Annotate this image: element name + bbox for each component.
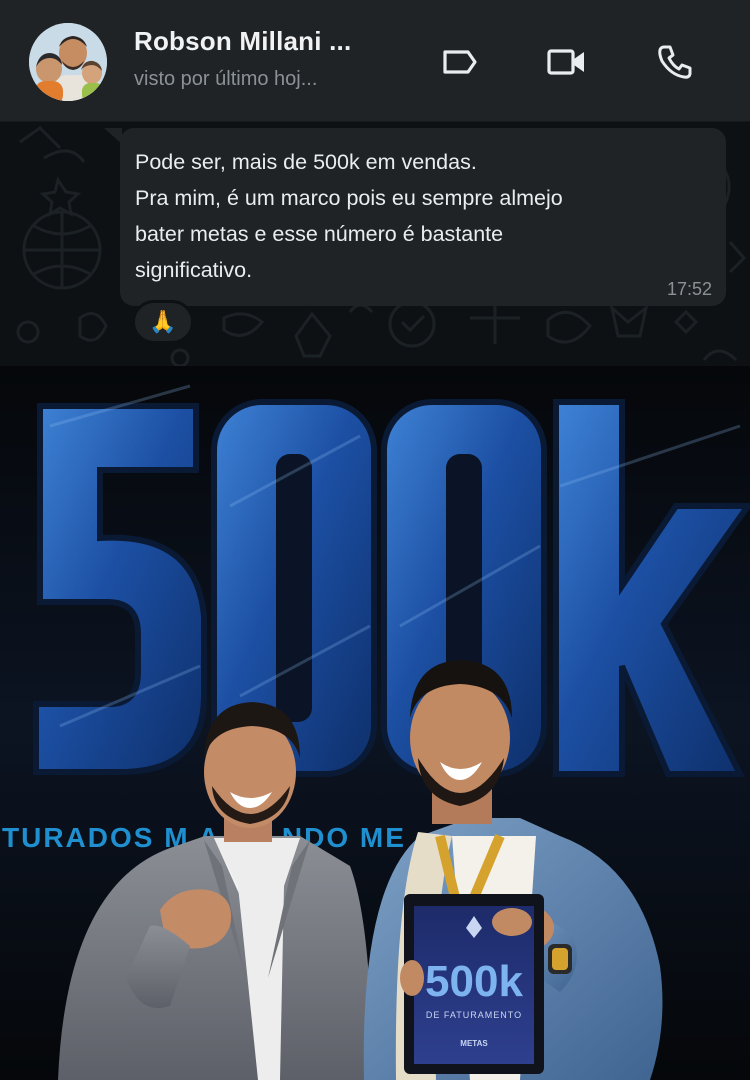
avatar[interactable]: [29, 23, 107, 101]
plaque-brand: METAS: [460, 1039, 488, 1048]
award-plaque: 500k DE FATURAMENTO METAS: [400, 894, 544, 1074]
avatar-photo: [29, 23, 107, 101]
chat-area: Pode ser, mais de 500k em vendas. Pra mi…: [0, 122, 750, 366]
message-bubble[interactable]: Pode ser, mais de 500k em vendas. Pra mi…: [120, 128, 726, 306]
label-icon[interactable]: [438, 40, 482, 84]
plaque-caption: DE FATURAMENTO: [426, 1010, 522, 1020]
plaque-title: 500k: [425, 957, 523, 1006]
chat-header: Robson Millani ... visto por último hoj.…: [0, 0, 750, 122]
event-photo: 500k 500k: [0, 366, 750, 1080]
event-photo-illustration: TURADOS M A DE NDO ME: [0, 366, 750, 1080]
message-timestamp: 17:52: [666, 279, 712, 299]
message-text: Pode ser, mais de 500k em vendas. Pra mi…: [135, 150, 563, 282]
last-seen-status[interactable]: visto por último hoj...: [134, 68, 374, 91]
video-call-icon[interactable]: [545, 40, 589, 84]
message-reaction[interactable]: 🙏: [132, 300, 194, 344]
contact-name[interactable]: Robson Millani ...: [134, 26, 374, 57]
phone-call-icon[interactable]: [653, 40, 697, 84]
